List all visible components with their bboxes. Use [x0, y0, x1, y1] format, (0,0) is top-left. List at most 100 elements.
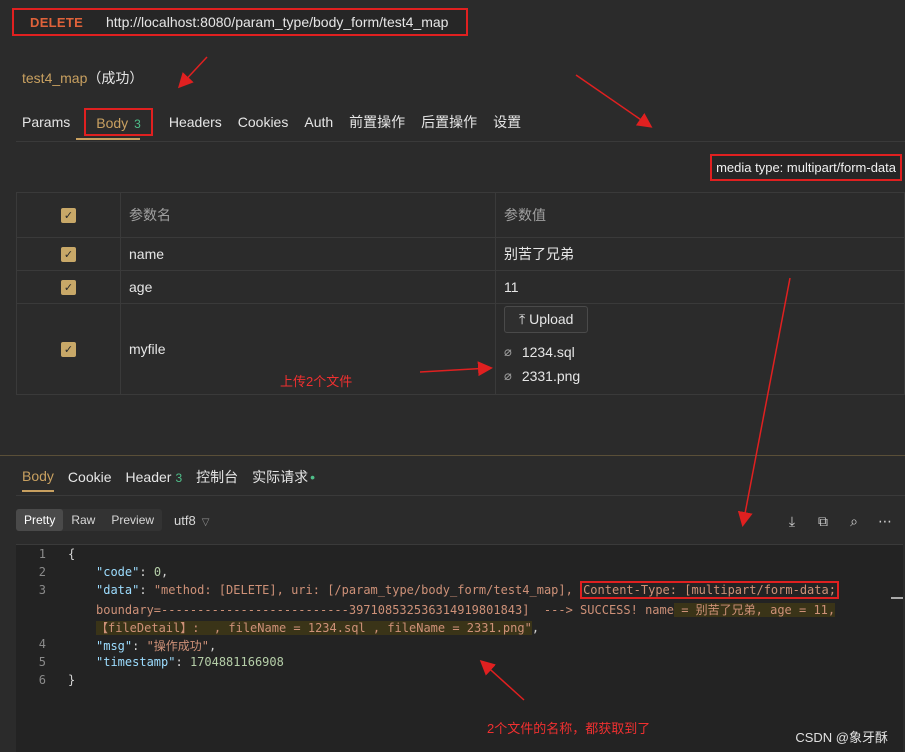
content-type-highlight: Content-Type: [multipart/form-data;: [580, 581, 839, 599]
tab-cookies[interactable]: Cookies: [238, 110, 289, 134]
json-key: "timestamp": [96, 655, 176, 669]
tab-post-actions[interactable]: 后置操作: [421, 108, 477, 136]
tab-headers[interactable]: Headers: [169, 110, 222, 134]
file-name: 2331.png: [521, 368, 581, 384]
paperclip-icon: ⌀: [504, 344, 512, 359]
line-number: 1: [38, 547, 46, 561]
line-number: 2: [38, 565, 46, 579]
view-preview-button[interactable]: Preview: [103, 509, 162, 531]
view-mode-toggle: Pretty Raw Preview: [16, 509, 163, 531]
annotation-files-note: 2个文件的名称，都获取到了: [487, 721, 651, 736]
json-string: "method: [DELETE], uri: [/param_type/bod…: [153, 583, 581, 597]
line-number: 5: [38, 655, 46, 669]
row-check-cell: ✓: [17, 271, 121, 303]
json-string: ---> SUCCESS! name: [529, 603, 674, 617]
json-punct: ,: [209, 639, 217, 653]
line-number: 3: [38, 583, 46, 597]
param-value-cell[interactable]: 别苦了兄弟: [496, 238, 904, 270]
response-tabs: Body Cookie Header 3 控制台 实际请求 •: [16, 458, 905, 496]
code-line-wrap: boundary=--------------------------39710…: [16, 601, 903, 619]
line-text: {: [68, 547, 76, 561]
method-selector[interactable]: DELETE: [30, 15, 106, 30]
media-type-selector[interactable]: media type: multipart/form-data: [710, 154, 902, 181]
resp-tab-header-count: 3: [175, 470, 183, 485]
tab-body-label: Body: [96, 114, 129, 131]
response-divider[interactable]: [0, 455, 905, 456]
paperclip-icon: ⌀: [504, 368, 512, 383]
line-text: "code": 0,: [96, 565, 168, 579]
tab-pre-actions[interactable]: 前置操作: [349, 108, 405, 136]
view-raw-button[interactable]: Raw: [63, 509, 103, 531]
checkmark-icon[interactable]: ✓: [61, 279, 76, 295]
table-row: ✓ myfile ⤒ Upload ⌀ 1234.sql ⌀ 2331.png: [17, 304, 904, 394]
params-table: ✓ 参数名 参数值 ✓ name 别苦了兄弟 ✓ age 11 ✓ myfile…: [16, 192, 905, 395]
line-text: "msg": "操作成功",: [96, 637, 216, 654]
param-name-cell[interactable]: age: [121, 271, 496, 303]
resp-tab-cookie[interactable]: Cookie: [68, 463, 112, 491]
tab-body[interactable]: Body 3: [84, 107, 153, 136]
json-sep: :: [175, 655, 190, 669]
watermark: CSDN @象牙酥: [795, 730, 888, 745]
header-check-cell: ✓: [17, 193, 121, 237]
file-item[interactable]: ⌀ 1234.sql: [504, 344, 575, 360]
copy-icon[interactable]: ⧉: [813, 511, 833, 531]
table-header-row: ✓ 参数名 参数值: [17, 193, 904, 238]
json-sep: :: [139, 583, 154, 597]
json-string-highlight: = 别苦了兄弟, age = 11,: [673, 603, 836, 617]
checkmark-icon[interactable]: ✓: [61, 341, 76, 357]
view-pretty-button[interactable]: Pretty: [16, 509, 64, 531]
file-item[interactable]: ⌀ 2331.png: [504, 368, 580, 384]
header-param-value: 参数值: [504, 207, 546, 223]
line-text: 【fileDetail】: , fileName = 1234.sql , fi…: [96, 619, 539, 636]
more-icon[interactable]: ⋯: [875, 511, 895, 531]
upload-button-label: Upload: [529, 311, 574, 327]
arrow-to-title: [177, 56, 208, 89]
resp-tab-actual-request-label: 实际请求: [252, 468, 309, 485]
status-dot-icon: •: [310, 468, 316, 485]
json-string: boundary=--------------------------39710…: [96, 603, 530, 617]
upload-button[interactable]: ⤒ Upload: [504, 306, 589, 333]
code-line: 6 }: [16, 673, 903, 691]
url-input[interactable]: http://localhost:8080/param_type/body_fo…: [106, 14, 448, 30]
json-value: 0: [153, 565, 162, 579]
resp-tab-header[interactable]: Header 3: [126, 463, 183, 491]
code-line: 4 "msg": "操作成功",: [16, 637, 903, 655]
tab-auth[interactable]: Auth: [304, 110, 333, 134]
encoding-label: utf8: [174, 513, 196, 528]
tab-body-count: 3: [134, 116, 141, 131]
request-name: test4_map: [22, 70, 88, 86]
resp-tab-actual-request[interactable]: 实际请求 •: [252, 461, 315, 493]
code-line: 5 "timestamp": 1704881166908: [16, 655, 903, 673]
code-line: 3 "data": "method: [DELETE], uri: [/para…: [16, 581, 903, 601]
request-title: test4_map（成功）: [22, 68, 143, 88]
resp-tab-console[interactable]: 控制台: [196, 461, 238, 493]
response-code-viewer[interactable]: 1 { 2 "code": 0, 3 "data": "method: [DEL…: [16, 544, 903, 752]
json-sep: :: [139, 565, 154, 579]
json-punct: ,: [161, 565, 169, 579]
annotation-upload-note: 上传2个文件: [280, 374, 353, 389]
file-name: 1234.sql: [521, 344, 575, 360]
row-check-cell: ✓: [17, 304, 121, 394]
encoding-selector[interactable]: utf8 ▽: [174, 513, 209, 528]
scrollbar[interactable]: [891, 597, 903, 599]
param-value-cell[interactable]: 11: [496, 271, 904, 303]
chevron-down-icon: ▽: [201, 517, 210, 528]
param-name-cell[interactable]: name: [121, 238, 496, 270]
tab-params[interactable]: Params: [22, 110, 70, 134]
json-key: "code": [96, 565, 140, 579]
response-toolbar: ⤓ ⧉ ⌕ ⋯: [771, 511, 895, 531]
tab-settings[interactable]: 设置: [493, 108, 521, 136]
json-string-highlight: 【fileDetail】:: [96, 621, 207, 635]
checkmark-icon[interactable]: ✓: [61, 246, 76, 262]
code-line-wrap: 【fileDetail】: , fileName = 1234.sql , fi…: [16, 619, 903, 637]
row-check-cell: ✓: [17, 238, 121, 270]
json-key: "data": [96, 583, 140, 597]
checkmark-icon[interactable]: ✓: [61, 207, 76, 223]
json-value: 1704881166908: [189, 655, 284, 669]
param-file-cell: ⤒ Upload ⌀ 1234.sql ⌀ 2331.png: [496, 304, 904, 394]
resp-tab-body[interactable]: Body: [22, 462, 54, 492]
search-icon[interactable]: ⌕: [844, 511, 864, 531]
download-icon[interactable]: ⤓: [782, 511, 802, 531]
line-text: "data": "method: [DELETE], uri: [/param_…: [96, 581, 839, 599]
url-box[interactable]: DELETE http://localhost:8080/param_type/…: [12, 8, 468, 36]
